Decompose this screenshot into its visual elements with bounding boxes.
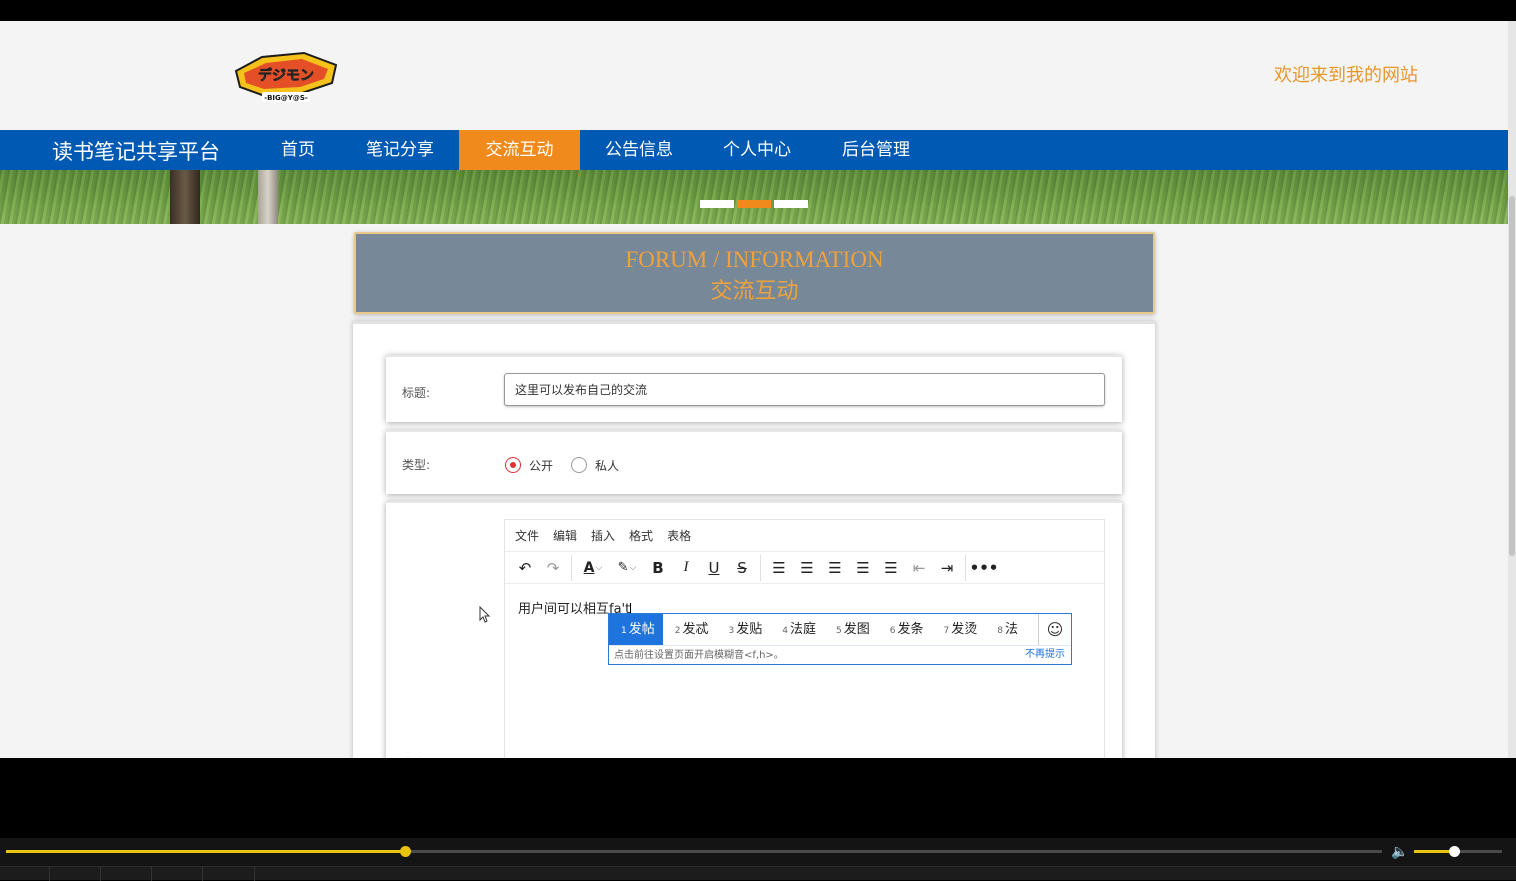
seek-bar-played bbox=[6, 850, 406, 853]
banner-tree-trunk bbox=[170, 170, 200, 224]
mouse-pointer-icon bbox=[479, 605, 491, 624]
nav-item-forum[interactable]: 交流互动 bbox=[459, 130, 580, 170]
menu-table[interactable]: 表格 bbox=[667, 527, 691, 544]
menu-edit[interactable]: 编辑 bbox=[553, 527, 577, 544]
menu-insert[interactable]: 插入 bbox=[591, 527, 615, 544]
nav-item-home[interactable]: 首页 bbox=[260, 130, 336, 170]
volume-level bbox=[1414, 850, 1454, 853]
carousel-dot-3[interactable] bbox=[774, 200, 808, 208]
radio-private[interactable]: 私人 bbox=[571, 456, 619, 474]
player-button[interactable] bbox=[50, 867, 101, 881]
content-label: 内容 bbox=[402, 755, 426, 758]
banner-grass-image bbox=[0, 170, 1508, 224]
volume-handle[interactable] bbox=[1448, 846, 1460, 857]
section-title-cn: 交流互动 bbox=[710, 278, 799, 303]
scrollbar-thumb[interactable] bbox=[1509, 196, 1515, 556]
site-logo[interactable]: デジモン -BIG@Y@S- bbox=[232, 49, 340, 103]
svg-text:デジモン: デジモン bbox=[258, 67, 314, 84]
player-button[interactable] bbox=[101, 867, 152, 881]
highlight-icon[interactable]: ✎ ⌵ bbox=[610, 555, 644, 581]
type-label: 类型: bbox=[402, 458, 431, 472]
indent-icon[interactable]: ⇥ bbox=[933, 555, 961, 581]
title-input[interactable] bbox=[504, 373, 1105, 406]
section-title-box: FORUM / INFORMATION 交流互动 bbox=[354, 232, 1155, 314]
strikethrough-icon[interactable]: S bbox=[728, 555, 756, 581]
player-button-strip bbox=[0, 866, 1516, 881]
radio-public-circle bbox=[505, 457, 521, 473]
toolbar-divider bbox=[571, 554, 572, 581]
nav-item-personal-center[interactable]: 个人中心 bbox=[710, 130, 804, 170]
carousel-dot-2[interactable] bbox=[737, 200, 771, 208]
radio-private-circle bbox=[571, 457, 587, 473]
radio-public[interactable]: 公开 bbox=[505, 456, 553, 474]
radio-private-label: 私人 bbox=[595, 458, 620, 473]
ime-candidate[interactable]: 5 发图 bbox=[824, 614, 878, 645]
nav-item-admin[interactable]: 后台管理 bbox=[829, 130, 923, 170]
player-button[interactable] bbox=[0, 867, 50, 881]
site-header: デジモン -BIG@Y@S- 欢迎来到我的网站 bbox=[0, 21, 1508, 130]
ime-candidate-list: 1 发帖 2 发忒 3 发贴 4 法庭 5 发图 6 发条 7 发烫 8法 bbox=[609, 614, 1039, 645]
underline-icon[interactable]: U bbox=[700, 555, 728, 581]
toolbar-divider bbox=[760, 554, 761, 581]
volume-slider[interactable] bbox=[1414, 846, 1502, 857]
align-center-icon[interactable]: ☰ bbox=[821, 555, 849, 581]
menu-format[interactable]: 格式 bbox=[629, 527, 653, 544]
bold-icon[interactable]: B bbox=[644, 555, 672, 581]
text-color-icon[interactable]: A ⌵ bbox=[576, 555, 610, 581]
svg-text:-BIG@Y@S-: -BIG@Y@S- bbox=[264, 94, 308, 102]
align-justify-icon[interactable]: ☰ bbox=[877, 555, 905, 581]
title-label: 标题: bbox=[402, 386, 431, 400]
outdent-icon[interactable]: ⇤ bbox=[905, 555, 933, 581]
align-right-icon[interactable]: ☰ bbox=[849, 555, 877, 581]
player-button[interactable] bbox=[203, 867, 255, 881]
ime-candidate[interactable]: 8法 bbox=[985, 614, 1026, 645]
redo-icon[interactable]: ↷ bbox=[539, 555, 567, 581]
banner-tree-trunk bbox=[258, 170, 278, 224]
editor-toolbar: ↶ ↷ A ⌵ ✎ ⌵ B I U S ☰ ☰ ☰ ☰ ☰ ⇤ ⇥ ••• bbox=[505, 552, 1104, 584]
title-row: 标题: bbox=[386, 355, 1122, 422]
italic-icon[interactable]: I bbox=[672, 555, 700, 581]
ime-candidate[interactable]: 3 发贴 bbox=[717, 614, 771, 645]
editor-menubar: 文件 编辑 插入 格式 表格 bbox=[505, 520, 1104, 552]
seek-bar[interactable] bbox=[6, 846, 1382, 857]
post-form: 标题: 类型: 公开 私人 内容 文件 编辑 bbox=[353, 321, 1155, 758]
section-title-en: FORUM / INFORMATION bbox=[625, 247, 884, 272]
volume-icon[interactable]: 🔈 bbox=[1391, 844, 1408, 860]
emoji-icon[interactable]: ☺ bbox=[1038, 614, 1071, 645]
toolbar-divider bbox=[965, 554, 966, 581]
more-icon[interactable]: ••• bbox=[970, 555, 999, 581]
ime-candidate[interactable]: 7 发烫 bbox=[932, 614, 986, 645]
main-nav: 读书笔记共享平台 首页 笔记分享 交流互动 公告信息 个人中心 后台管理 bbox=[0, 130, 1508, 170]
undo-icon[interactable]: ↶ bbox=[511, 555, 539, 581]
ime-candidate[interactable]: 6 发条 bbox=[878, 614, 932, 645]
type-row: 类型: 公开 私人 bbox=[386, 430, 1122, 494]
ime-candidate[interactable]: 4 法庭 bbox=[770, 614, 824, 645]
player-button[interactable] bbox=[152, 867, 203, 881]
page-scrollbar[interactable] bbox=[1508, 21, 1516, 758]
nav-item-announcements[interactable]: 公告信息 bbox=[592, 130, 686, 170]
nav-item-notes-share[interactable]: 笔记分享 bbox=[352, 130, 448, 170]
line-height-icon[interactable]: ☰ bbox=[765, 555, 793, 581]
screen: デジモン -BIG@Y@S- 欢迎来到我的网站 读书笔记共享平台 首页 笔记分享… bbox=[0, 0, 1516, 881]
radio-public-label: 公开 bbox=[529, 458, 554, 473]
browser-page: デジモン -BIG@Y@S- 欢迎来到我的网站 读书笔记共享平台 首页 笔记分享… bbox=[0, 21, 1508, 758]
ime-hint-text[interactable]: 点击前往设置页面开启模糊音<f,h>。 bbox=[609, 645, 1071, 664]
banner-carousel bbox=[0, 170, 1508, 224]
ime-candidate-popup: 1 发帖 2 发忒 3 发贴 4 法庭 5 发图 6 发条 7 发烫 8法 ☺ 点击前往设置页… bbox=[608, 613, 1072, 665]
align-left-icon[interactable]: ☰ bbox=[793, 555, 821, 581]
welcome-text: 欢迎来到我的网站 bbox=[1274, 65, 1418, 86]
ime-dismiss-link[interactable]: 不再提示 bbox=[1025, 645, 1065, 664]
carousel-dot-1[interactable] bbox=[700, 200, 734, 208]
ime-candidate[interactable]: 1 发帖 bbox=[609, 614, 663, 645]
ime-candidate[interactable]: 2 发忒 bbox=[663, 614, 717, 645]
seek-handle[interactable] bbox=[400, 846, 412, 857]
site-brand[interactable]: 读书笔记共享平台 bbox=[52, 136, 220, 166]
menu-file[interactable]: 文件 bbox=[515, 527, 539, 544]
video-player-controls: 🔈 bbox=[0, 838, 1516, 881]
